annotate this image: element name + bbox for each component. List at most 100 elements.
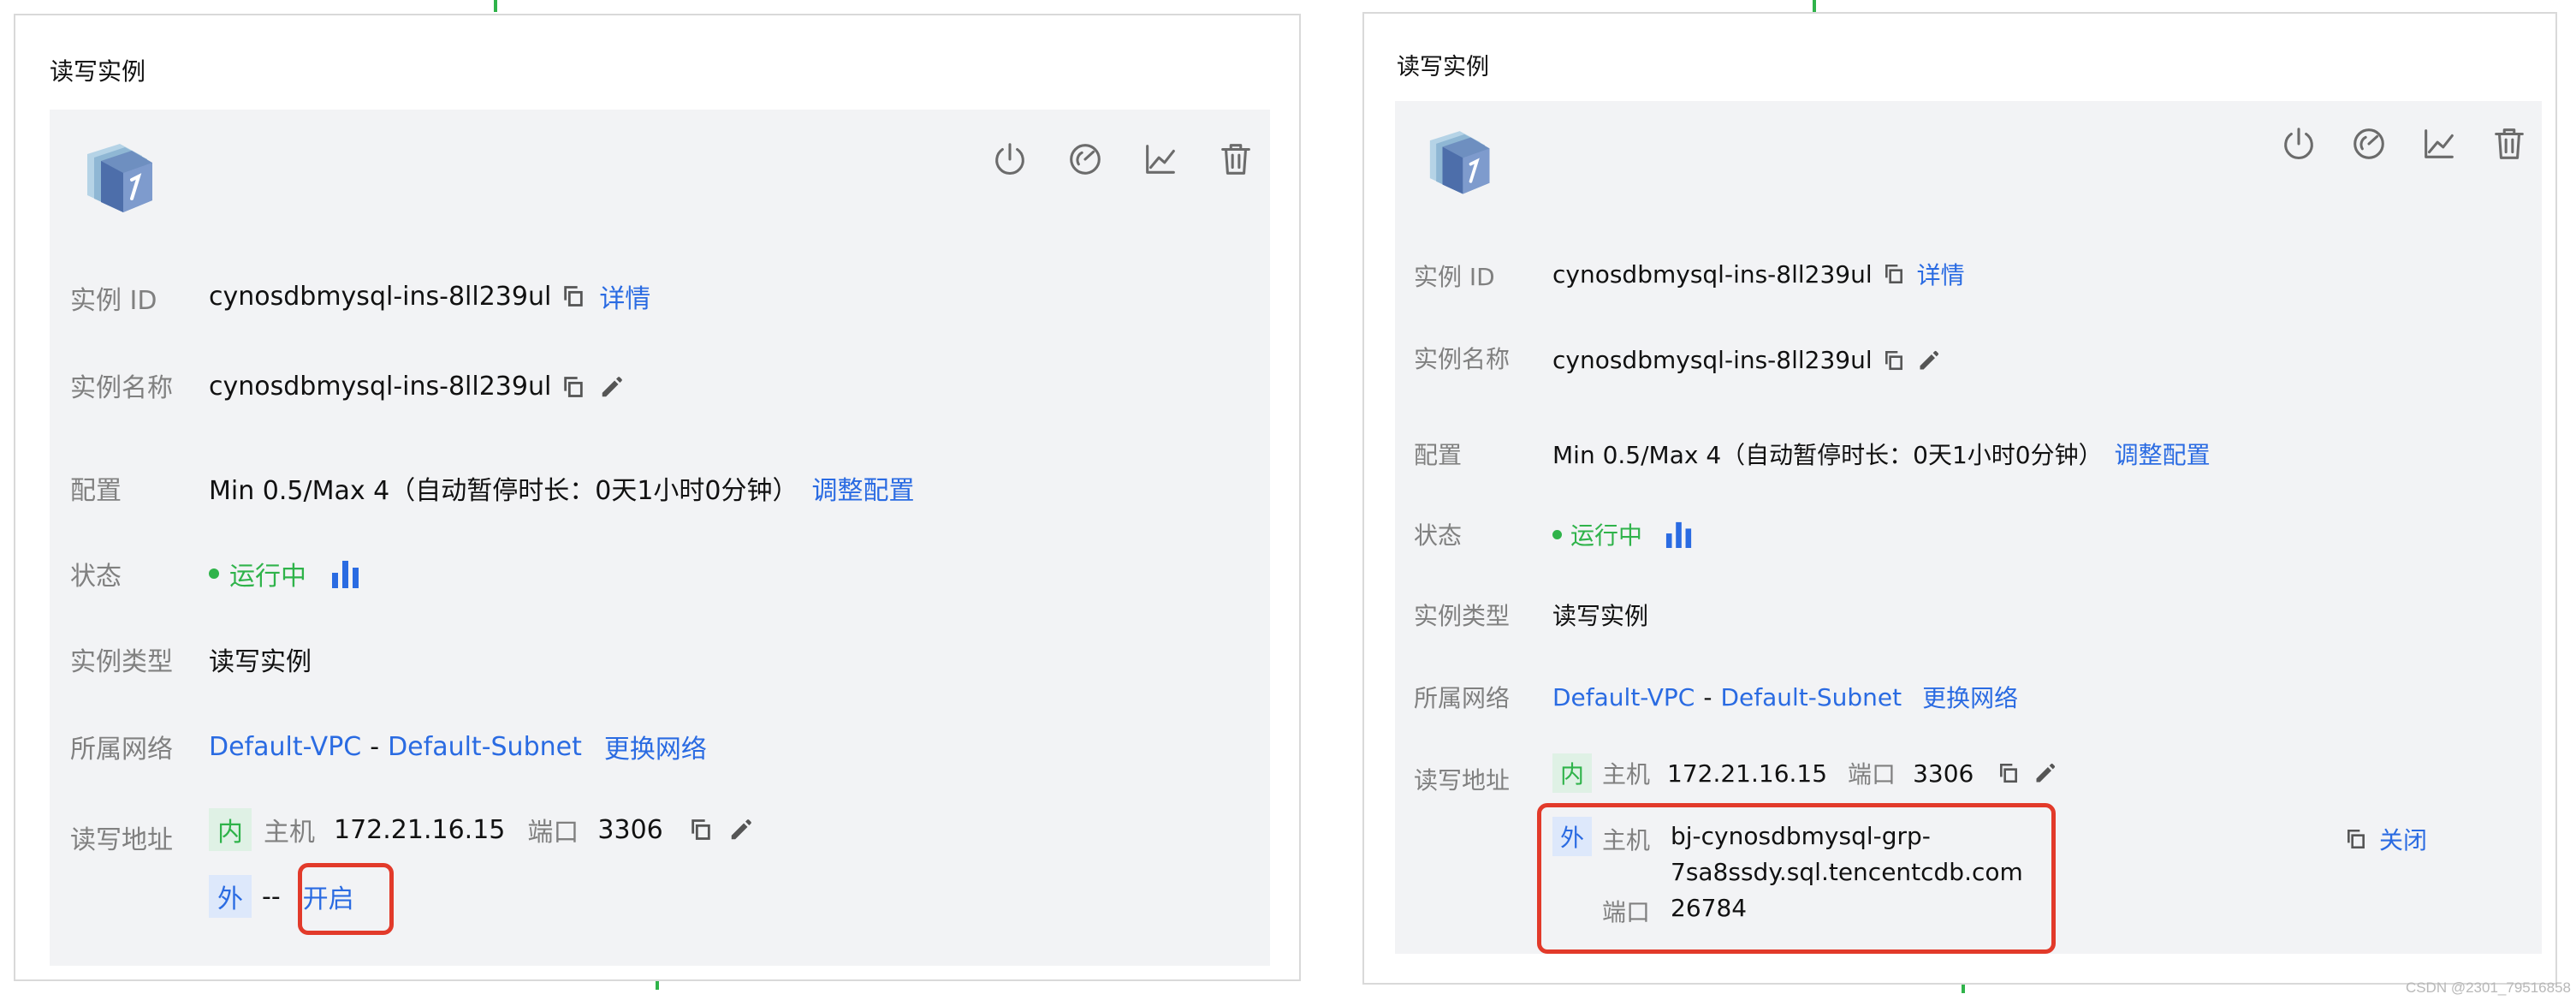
power-icon[interactable] xyxy=(2273,118,2324,170)
bar-chart-icon[interactable] xyxy=(330,559,361,588)
instance-id-label: 实例 ID xyxy=(70,286,157,316)
vpc-link[interactable]: Default-VPC xyxy=(209,732,361,762)
bar-chart-icon[interactable] xyxy=(1665,521,1694,548)
port-label: 端口 xyxy=(1848,760,1896,789)
gauge-icon[interactable] xyxy=(1059,134,1111,185)
config-row: Min 0.5/Max 4（自动暂停时长：0天1小时0分钟） 调整配置 xyxy=(1552,437,2211,471)
adjust-config-link[interactable]: 调整配置 xyxy=(2115,437,2211,471)
instance-name-label: 实例名称 xyxy=(1414,345,1511,373)
highlight-box xyxy=(1537,803,2056,954)
top-left-tick xyxy=(494,0,497,12)
change-network-link[interactable]: 更换网络 xyxy=(1922,680,2018,714)
top-right-tick xyxy=(1813,0,1816,12)
status-label: 状态 xyxy=(70,562,122,592)
status-label: 状态 xyxy=(1414,521,1463,550)
instance-id-value: cynosdbmysql-ins-8ll239ul xyxy=(209,281,552,312)
internal-address-row: 内 主机 172.21.16.15 端口 3306 xyxy=(1552,753,2057,793)
section-title: 读写实例 xyxy=(1397,54,1489,80)
close-external-row: 关闭 xyxy=(2345,822,2427,856)
section-title: 读写实例 xyxy=(50,57,146,86)
status-value: 运行中 xyxy=(229,562,306,592)
port-value: 3306 xyxy=(1913,759,1974,788)
copy-icon[interactable] xyxy=(1883,263,1905,285)
status-row: 运行中 xyxy=(1552,517,1694,551)
database-logo-icon xyxy=(1419,123,1494,199)
address-label: 读写地址 xyxy=(70,825,173,855)
left-screenshot-frame: 读写实例 实例 ID 实例名称 配置 状态 实例类型 所属网络 读写地址 cyn… xyxy=(14,14,1301,981)
right-screenshot-frame: 读写实例 实例 ID 实例名称 配置 状态 实例类型 所属网络 读写地址 cyn… xyxy=(1362,12,2557,985)
instance-name-value: cynosdbmysql-ins-8ll239ul xyxy=(1552,346,1873,374)
network-label: 所属网络 xyxy=(1414,684,1511,712)
copy-icon[interactable] xyxy=(689,818,713,842)
host-label: 主机 xyxy=(264,818,315,848)
external-placeholder: -- xyxy=(262,881,281,912)
network-row: Default-VPC - Default-Subnet 更换网络 xyxy=(1552,680,2018,714)
vpc-link[interactable]: Default-VPC xyxy=(1552,683,1695,711)
instance-card: 实例 ID 实例名称 配置 状态 实例类型 所属网络 读写地址 cynosdbm… xyxy=(50,110,1270,966)
instance-id-row: cynosdbmysql-ins-8ll239ul 详情 xyxy=(209,277,650,315)
type-value: 读写实例 xyxy=(209,647,312,677)
trash-icon[interactable] xyxy=(1210,134,1261,185)
instance-name-label: 实例名称 xyxy=(70,373,173,403)
copy-icon[interactable] xyxy=(2345,828,2367,850)
host-label: 主机 xyxy=(1602,760,1651,789)
type-row: 读写实例 xyxy=(1552,598,1648,632)
external-badge: 外 xyxy=(209,875,252,918)
instance-name-value: cynosdbmysql-ins-8ll239ul xyxy=(209,372,552,402)
power-icon[interactable] xyxy=(984,134,1036,185)
config-label: 配置 xyxy=(70,476,122,506)
network-separator: - xyxy=(370,731,380,762)
edit-pencil-icon[interactable] xyxy=(1917,348,1941,372)
type-row: 读写实例 xyxy=(209,640,312,678)
address-label: 读写地址 xyxy=(1414,766,1511,795)
change-network-link[interactable]: 更换网络 xyxy=(604,728,707,765)
config-label: 配置 xyxy=(1414,441,1463,469)
host-value: 172.21.16.15 xyxy=(1667,759,1828,788)
config-value: Min 0.5/Max 4（自动暂停时长：0天1小时0分钟） xyxy=(1552,441,2103,469)
edit-pencil-icon[interactable] xyxy=(2033,761,2057,785)
type-label: 实例类型 xyxy=(1414,602,1511,630)
highlight-box xyxy=(298,863,394,935)
detail-link[interactable]: 详情 xyxy=(599,277,650,315)
config-value: Min 0.5/Max 4（自动暂停时长：0天1小时0分钟） xyxy=(209,476,798,506)
status-value: 运行中 xyxy=(1570,521,1643,550)
internal-badge: 内 xyxy=(1552,753,1592,793)
network-label: 所属网络 xyxy=(70,735,173,765)
database-logo-icon xyxy=(75,135,157,217)
copy-icon[interactable] xyxy=(1997,762,2020,784)
internal-address-row: 内 主机 172.21.16.15 端口 3306 xyxy=(209,808,754,851)
line-chart-icon[interactable] xyxy=(1135,134,1186,185)
adjust-config-link[interactable]: 调整配置 xyxy=(812,469,915,507)
subnet-link[interactable]: Default-Subnet xyxy=(388,732,582,762)
watermark: CSDN @2301_79516858 xyxy=(2405,979,2571,996)
instance-name-row: cynosdbmysql-ins-8ll239ul xyxy=(209,372,625,402)
type-label: 实例类型 xyxy=(70,647,173,677)
edit-pencil-icon[interactable] xyxy=(728,817,754,842)
copy-icon[interactable] xyxy=(1883,349,1905,372)
instance-id-value: cynosdbmysql-ins-8ll239ul xyxy=(1552,259,1873,289)
gauge-icon[interactable] xyxy=(2343,118,2395,170)
network-row: Default-VPC - Default-Subnet 更换网络 xyxy=(209,728,707,765)
status-dot xyxy=(1552,529,1562,539)
line-chart-icon[interactable] xyxy=(2413,118,2465,170)
card-toolbar xyxy=(2254,118,2535,170)
edit-pencil-icon[interactable] xyxy=(599,374,625,400)
subnet-link[interactable]: Default-Subnet xyxy=(1720,683,1902,711)
internal-badge: 内 xyxy=(209,808,252,851)
host-value: 172.21.16.15 xyxy=(334,814,506,845)
status-row: 运行中 xyxy=(209,555,361,592)
instance-id-row: cynosdbmysql-ins-8ll239ul 详情 xyxy=(1552,257,1965,291)
card-toolbar xyxy=(960,134,1261,185)
network-separator: - xyxy=(1703,682,1712,711)
config-row: Min 0.5/Max 4（自动暂停时长：0天1小时0分钟） 调整配置 xyxy=(209,469,915,507)
detail-link[interactable]: 详情 xyxy=(1917,257,1965,291)
trash-icon[interactable] xyxy=(2484,118,2535,170)
copy-icon[interactable] xyxy=(561,375,585,399)
close-external-link[interactable]: 关闭 xyxy=(2379,822,2427,856)
instance-name-row: cynosdbmysql-ins-8ll239ul xyxy=(1552,346,1941,374)
type-value: 读写实例 xyxy=(1552,602,1649,630)
port-value: 3306 xyxy=(597,814,663,845)
copy-icon[interactable] xyxy=(561,284,585,308)
status-dot xyxy=(209,568,219,579)
instance-id-label: 实例 ID xyxy=(1414,263,1495,291)
